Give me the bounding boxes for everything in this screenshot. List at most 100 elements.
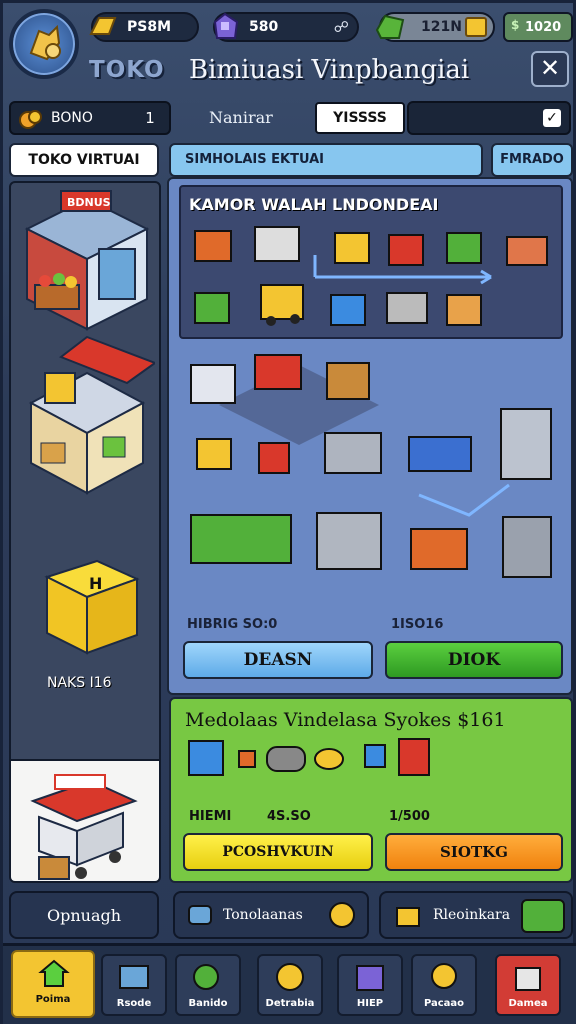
stall-roof-icon (254, 354, 302, 390)
nav-money[interactable]: Banido (175, 954, 241, 1016)
close-icon: ✕ (539, 54, 561, 82)
shop-sign-text: BDNUS (67, 196, 111, 209)
warehouse-map: KAMOR WALAH LNDONDEAI (179, 185, 563, 339)
price-right: 1ISO16 (391, 617, 444, 632)
svg-text:H: H (89, 574, 102, 593)
nav-home[interactable]: Poima (11, 950, 95, 1018)
ok-button[interactable]: DIOK (385, 641, 563, 679)
game-logo-icon[interactable] (9, 9, 79, 79)
tab-toko-virtual[interactable]: TOKO VIRTUAI (9, 143, 159, 177)
box-icon (334, 232, 370, 264)
produce-box-icon (388, 234, 424, 266)
crate-icon (194, 230, 232, 262)
machine-icon (502, 516, 552, 578)
sidebar-item-shop-store-icon[interactable]: BDNUS (17, 189, 155, 339)
rankings-button[interactable]: Rleoinkara (379, 891, 573, 939)
nav-coin[interactable]: Detrabia (257, 954, 323, 1016)
sidebar-item-market-stall-icon[interactable] (17, 333, 155, 503)
upgrade-label: Opnuagh (46, 905, 122, 925)
sidebar-item-selected[interactable] (11, 759, 159, 881)
small-box-icon (238, 750, 256, 768)
cash-icon (375, 14, 405, 39)
shop-sidebar: BDNUS H NAKS I16 (9, 181, 161, 883)
close-button[interactable]: ✕ (531, 51, 569, 87)
nav-gift[interactable]: Damea (495, 954, 561, 1016)
gem-value: 580 (249, 19, 279, 35)
purchase-button[interactable]: PCOSHVKUIN (183, 833, 373, 871)
top-bar: PS8M 580 ☍ 121N $ 1020 TOKO Bimiuasi Vin… (3, 3, 576, 95)
tools-label: Tonolaanas (223, 907, 303, 923)
brand-label: TOKO (89, 57, 165, 83)
bonus-coin-icon (19, 110, 42, 129)
map-title: KAMOR WALAH LNDONDEAI (189, 195, 439, 214)
nav-trophy[interactable]: Pacaao (411, 954, 477, 1016)
trophy-icon (431, 963, 457, 989)
food-cart-icon (30, 774, 138, 880)
nav-label-shop: Rsode (116, 998, 152, 1009)
nav-label-coin: Detrabia (265, 998, 315, 1009)
bonus-box[interactable]: BONO 1 (9, 101, 171, 135)
filter-row: BONO 1 Nanirar YISSSS ✓ (9, 101, 573, 137)
wallet-icon[interactable] (465, 17, 487, 37)
blue-crate-icon (188, 740, 224, 776)
truck-icon (260, 284, 304, 320)
blue-box-icon (330, 294, 366, 326)
game-frame: PS8M 580 ☍ 121N $ 1020 TOKO Bimiuasi Vin… (0, 0, 576, 1024)
cash-counter: 121N (375, 12, 495, 42)
home-icon (38, 959, 70, 987)
stall-icon (506, 236, 548, 266)
box-icon (356, 965, 384, 991)
tab-fmrado[interactable]: FMRADO (491, 143, 573, 177)
nav-label-box: HIEP (356, 998, 384, 1009)
stock-items (188, 738, 430, 776)
tools-button[interactable]: Tonolaanas (173, 891, 369, 939)
price-left: HIBRIG SO:0 (187, 617, 278, 632)
nav-shop[interactable]: Rsode (101, 954, 167, 1016)
filter-select[interactable]: ✓ (407, 101, 571, 135)
money-counter: $ 1020 (503, 12, 573, 42)
dollar-icon: $ (511, 18, 520, 32)
upgrade-button[interactable]: Opnuagh (9, 891, 159, 939)
money-icon (193, 964, 219, 990)
stock-panel: Medolaas Vindelasa Syokes $161 HIEMI 4S.… (169, 697, 573, 883)
tab-simulasi[interactable]: SIMHOLAIS EKTUAI (169, 143, 483, 177)
stock-label-left: HIEMI (189, 809, 232, 824)
green-box-icon (446, 232, 482, 264)
bonus-count: 1 (145, 109, 155, 127)
nav-label-trophy: Pacaao (423, 998, 465, 1009)
store-floor-icons (190, 354, 552, 578)
gold-value: PS8M (127, 19, 172, 35)
stock-label-mid: 4S.SO (267, 809, 311, 824)
stock-button[interactable]: SIOTKG (385, 833, 563, 871)
nav-box[interactable]: HIEP (337, 954, 403, 1016)
van-icon (190, 364, 236, 404)
gold-bar-icon (89, 17, 117, 35)
gift-icon (515, 967, 541, 991)
gem-counter: 580 ☍ (213, 12, 359, 42)
parcel-icon (194, 292, 230, 324)
fruit-crate-icon (326, 362, 370, 400)
goods-box-icon (410, 528, 468, 570)
sidebar-item-crate-icon[interactable]: H (17, 557, 155, 657)
bonus-label: BONO (51, 110, 93, 126)
chat-icon[interactable] (521, 899, 565, 933)
page-title: Bimiuasi Vinpbangiai (189, 55, 470, 85)
design-button[interactable]: DEASN (183, 641, 373, 679)
checkbox-icon[interactable]: ✓ (543, 109, 561, 127)
gold-counter: PS8M (89, 12, 199, 42)
stock-title: Medolaas Vindelasa Syokes $161 (185, 709, 506, 731)
shop-icon (119, 965, 149, 989)
shopping-cart-icon (316, 512, 382, 570)
nav-label-gift: Damea (508, 998, 548, 1009)
badge-icon (329, 902, 355, 928)
jar-icon (364, 744, 386, 768)
filter-input[interactable]: YISSSS (315, 102, 405, 134)
link-icon[interactable]: ☍ (334, 18, 349, 36)
money-value: 1020 (525, 19, 562, 35)
veggie-cart-icon (324, 432, 382, 474)
nav-label-home: Poima (35, 994, 71, 1005)
nav-label-money: Banido (188, 998, 228, 1009)
red-package-icon (398, 738, 430, 776)
simulation-panel: KAMOR WALAH LNDONDEAI HIBRIG SO:0 1ISO16… (167, 177, 573, 695)
basket-icon (254, 226, 300, 262)
